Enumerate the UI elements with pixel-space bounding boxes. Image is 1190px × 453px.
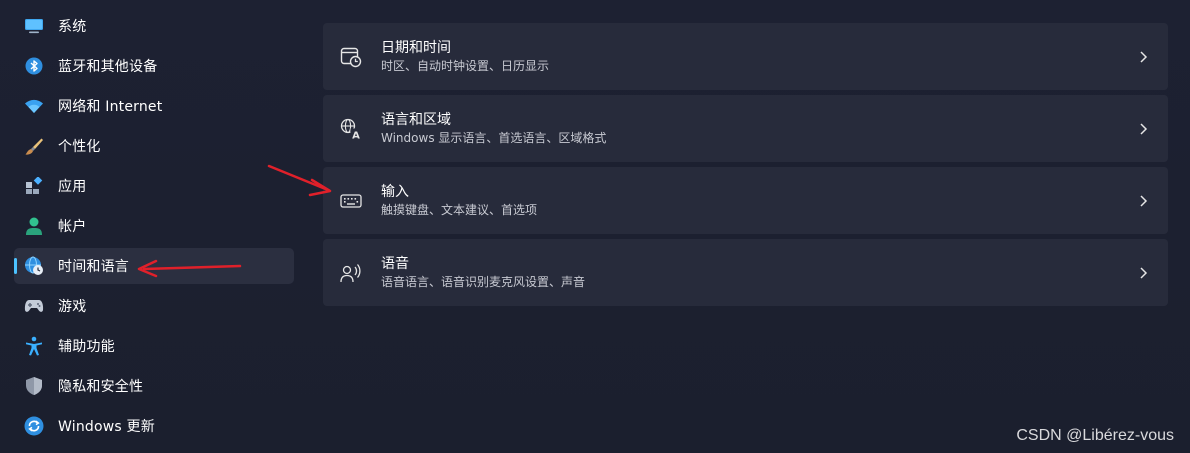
account-icon xyxy=(24,216,44,236)
bluetooth-icon xyxy=(24,56,44,76)
card-title: 日期和时间 xyxy=(381,40,451,56)
sidebar-item-label: 网络和 Internet xyxy=(58,99,163,115)
card-subtitle: 语音语言、语音识别麦克风设置、声音 xyxy=(381,275,586,289)
annotation-arrow-to-input xyxy=(267,164,332,197)
monitor-icon xyxy=(24,16,44,36)
card-subtitle: 触摸键盘、文本建议、首选项 xyxy=(381,203,538,217)
card-subtitle: Windows 显示语言、首选语言、区域格式 xyxy=(381,131,607,145)
sidebar-item-accounts[interactable]: 帐户 xyxy=(14,208,294,244)
svg-text:A: A xyxy=(352,130,360,140)
chevron-right-icon xyxy=(1135,49,1151,65)
sidebar-nav: 系统 蓝牙和其他设备 网络和 Internet 个性化 应用 帐户 时间和语言 … xyxy=(14,8,294,448)
globe-clock-icon xyxy=(24,256,44,276)
sidebar-item-label: 个性化 xyxy=(58,139,101,155)
time-language-settings: 日期和时间 时区、自动时钟设置、日历显示 A 语言和区域 Windows 显示语… xyxy=(323,23,1168,311)
sidebar-item-label: 蓝牙和其他设备 xyxy=(58,59,158,75)
sidebar-item-privacy-security[interactable]: 隐私和安全性 xyxy=(14,368,294,404)
sidebar-item-windows-update[interactable]: Windows 更新 xyxy=(14,408,294,444)
sidebar-item-bluetooth[interactable]: 蓝牙和其他设备 xyxy=(14,48,294,84)
gamepad-icon xyxy=(24,296,44,316)
card-speech[interactable]: 语音 语音语言、语音识别麦克风设置、声音 xyxy=(323,239,1168,306)
sidebar-item-label: 系统 xyxy=(58,19,87,35)
wifi-icon xyxy=(24,96,44,116)
sidebar-item-label: 应用 xyxy=(58,179,87,195)
sidebar-item-label: 时间和语言 xyxy=(58,259,129,275)
chevron-right-icon xyxy=(1135,265,1151,281)
card-title: 输入 xyxy=(381,184,409,200)
card-title: 语音 xyxy=(381,256,409,272)
sidebar-item-label: 辅助功能 xyxy=(58,339,115,355)
calendar-clock-icon xyxy=(340,46,362,68)
speech-icon xyxy=(340,262,362,284)
chevron-right-icon xyxy=(1135,193,1151,209)
sidebar-item-label: 帐户 xyxy=(58,219,87,235)
sidebar-item-system[interactable]: 系统 xyxy=(14,8,294,44)
sidebar-item-network[interactable]: 网络和 Internet xyxy=(14,88,294,124)
sidebar-item-label: 游戏 xyxy=(58,299,87,315)
card-subtitle: 时区、自动时钟设置、日历显示 xyxy=(381,59,550,73)
card-date-time[interactable]: 日期和时间 时区、自动时钟设置、日历显示 xyxy=(323,23,1168,90)
accessibility-icon xyxy=(24,336,44,356)
brush-icon xyxy=(24,136,44,156)
sidebar-item-accessibility[interactable]: 辅助功能 xyxy=(14,328,294,364)
selection-indicator xyxy=(14,258,17,274)
language-icon: A xyxy=(340,118,362,140)
card-typing-input[interactable]: 输入 触摸键盘、文本建议、首选项 xyxy=(323,167,1168,234)
shield-icon xyxy=(24,376,44,396)
keyboard-icon xyxy=(340,190,362,212)
watermark: CSDN @Libérez-vous xyxy=(1016,427,1174,444)
sidebar-item-label: 隐私和安全性 xyxy=(58,379,144,395)
annotation-arrow-to-time-language xyxy=(137,259,242,278)
update-icon xyxy=(24,416,44,436)
sidebar-item-label: Windows 更新 xyxy=(58,419,155,435)
apps-icon xyxy=(24,176,44,196)
sidebar-item-gaming[interactable]: 游戏 xyxy=(14,288,294,324)
sidebar-item-personalization[interactable]: 个性化 xyxy=(14,128,294,164)
settings-window: 系统 蓝牙和其他设备 网络和 Internet 个性化 应用 帐户 时间和语言 … xyxy=(0,0,1190,453)
card-title: 语言和区域 xyxy=(381,112,451,128)
chevron-right-icon xyxy=(1135,121,1151,137)
sidebar-item-apps[interactable]: 应用 xyxy=(14,168,294,204)
card-language-region[interactable]: A 语言和区域 Windows 显示语言、首选语言、区域格式 xyxy=(323,95,1168,162)
